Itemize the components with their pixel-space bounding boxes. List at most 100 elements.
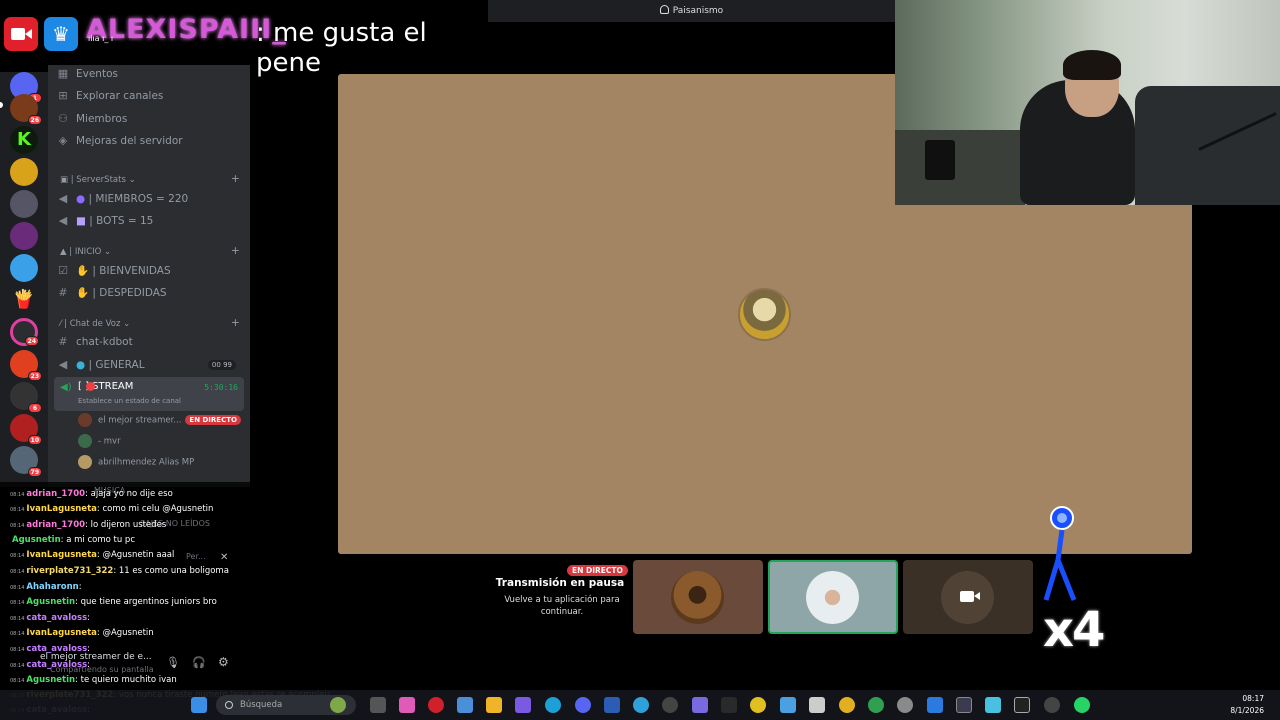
stick-figure-overlay	[1043, 506, 1077, 601]
category-label: | Chat de Voz	[64, 319, 121, 329]
mic-icon[interactable]: 🎙	[166, 656, 180, 669]
add-channel-icon[interactable]: +	[231, 172, 240, 185]
server-badge: 79	[27, 467, 42, 477]
server-icon[interactable]	[10, 222, 38, 250]
channel-item-general[interactable]: ◀ ● | GENERAL 00 99	[56, 358, 244, 376]
server-icon[interactable]: 26	[10, 94, 42, 125]
pen-icon[interactable]	[515, 697, 531, 713]
browse-icon: ⊞	[58, 89, 68, 102]
server-icon[interactable]: 6	[10, 382, 42, 413]
category-serverstats[interactable]: ▣ | ServerStats ⌄	[60, 175, 136, 185]
notepad-icon[interactable]	[780, 697, 796, 713]
channel-item-bots[interactable]: ◀ ■ | BOTS = 15	[56, 214, 244, 232]
chat-message: 08:14 Agusnetin: que tiene argentinos jun…	[10, 597, 217, 607]
obs-icon[interactable]	[662, 697, 678, 713]
word-icon[interactable]	[604, 697, 620, 713]
figure-leg-right	[1055, 559, 1077, 601]
participant-tile-cam-off[interactable]	[903, 560, 1033, 634]
terminal-icon[interactable]	[721, 697, 737, 713]
ghost-per: Per...	[186, 552, 206, 561]
figure-body	[1055, 529, 1065, 561]
channel-item-mejoras[interactable]: ◈ Mejoras del servidor	[56, 134, 244, 152]
chat-timestamp: 08:14	[10, 507, 25, 513]
avatar	[78, 455, 92, 469]
stream-status[interactable]: Establece un estado de canal	[78, 397, 181, 405]
kick-server-icon[interactable]: K	[10, 126, 38, 154]
opera-icon[interactable]	[428, 697, 444, 713]
widget-icon[interactable]	[330, 697, 346, 713]
speaker-icon: ◀	[58, 192, 68, 205]
server-icon[interactable]	[10, 190, 38, 218]
server-icon[interactable]: 24	[10, 318, 39, 346]
category-inicio[interactable]: ▲ | INICIO ⌄	[60, 247, 111, 257]
add-channel-icon[interactable]: +	[231, 316, 240, 329]
start-icon[interactable]	[191, 697, 207, 713]
outlook-icon[interactable]	[927, 697, 943, 713]
channel-item-chat-kdbot[interactable]: # chat-kdbot	[56, 335, 244, 353]
task-view-icon[interactable]	[370, 697, 386, 713]
red-dot-icon	[86, 382, 95, 391]
channel-item-despedidas[interactable]: # ✋ | DESPEDIDAS	[56, 286, 244, 304]
server-icon[interactable]: 23	[10, 350, 42, 381]
voice-user[interactable]: el mejor streamer... EN DIRECTO	[78, 413, 241, 429]
speaker-avatar	[738, 288, 791, 341]
app-icon[interactable]	[692, 697, 708, 713]
server-icon[interactable]	[10, 158, 38, 186]
app-icon[interactable]	[809, 697, 825, 713]
channel-label: | GENERAL	[88, 359, 145, 371]
chat-text: :	[87, 644, 91, 654]
search-placeholder: Búsqueda	[240, 700, 283, 710]
channel-item-stream[interactable]: ◀) [ ] STREAM 5:30:16 Establece un estad…	[54, 377, 244, 411]
folder-icon[interactable]	[486, 697, 502, 713]
app-icon[interactable]	[956, 697, 972, 713]
close-icon[interactable]: ✕	[220, 552, 228, 563]
gear-icon[interactable]: ⚙	[218, 655, 229, 669]
whatsapp-icon[interactable]	[1074, 697, 1090, 713]
server-icon[interactable]: 79	[10, 446, 42, 477]
server-rail: 1 26 K 🍟 24 23 6 10 79	[0, 72, 48, 487]
voice-user[interactable]: abrilhmendez Alias MP	[78, 455, 194, 471]
channel-item-bienvenidas[interactable]: ☑ ✋ | BIENVENIDAS	[56, 264, 244, 282]
voice-user[interactable]: - mvr	[78, 434, 121, 450]
copilot-icon[interactable]	[399, 697, 415, 713]
chat-username: Agusnetin	[12, 535, 61, 545]
photos-icon[interactable]	[985, 697, 1001, 713]
capcut-icon[interactable]	[1014, 697, 1030, 713]
discord-icon[interactable]	[575, 697, 591, 713]
participant-tile[interactable]	[633, 560, 763, 634]
chat-timestamp: 08:14	[10, 678, 25, 684]
edge-icon[interactable]	[545, 697, 561, 713]
chat-text: : como mi celu @Agusnetin	[96, 504, 214, 514]
channel-item-eventos[interactable]: ▦ Eventos	[56, 67, 244, 85]
chat-timestamp: 08:14	[10, 585, 25, 591]
chat-username: cata_avaloss	[26, 613, 88, 623]
add-channel-icon[interactable]: +	[231, 244, 240, 257]
channel-item-miembros[interactable]: ⚇ Miembros	[56, 112, 244, 130]
media-player-icon[interactable]	[1044, 697, 1060, 713]
chrome-icon[interactable]	[839, 697, 855, 713]
capcut-icon[interactable]	[633, 697, 649, 713]
dog-avatar	[671, 571, 724, 624]
chrome-icon[interactable]	[750, 697, 766, 713]
headphones-icon[interactable]: 🎧	[192, 656, 206, 669]
clock[interactable]: 08:17 8/1/2026	[1230, 693, 1264, 717]
chat-username: Agusnetin	[26, 597, 76, 607]
chat-username: cata_avaloss	[26, 644, 88, 654]
chat-username: IvanLagusneta	[26, 550, 97, 560]
headset-icon	[659, 5, 669, 14]
store-icon[interactable]	[457, 697, 473, 713]
channel-item-miembros-stat[interactable]: ◀ ● | MIEMBROS = 220	[56, 192, 244, 210]
paused-title: Transmisión en pausa	[495, 577, 625, 589]
channel-item-explorar[interactable]: ⊞ Explorar canales	[56, 89, 244, 107]
category-chat-de-voz[interactable]: ⁄ | Chat de Voz ⌄	[60, 319, 130, 329]
fries-server-icon[interactable]: 🍟	[10, 286, 38, 314]
settings-icon[interactable]	[897, 697, 913, 713]
chrome-icon[interactable]	[868, 697, 884, 713]
chat-username: IvanLagusneta	[26, 504, 97, 514]
voice-user-name: el mejor streamer...	[98, 415, 182, 426]
participant-tile-speaking[interactable]	[768, 560, 898, 634]
server-icon[interactable]	[10, 254, 38, 282]
webcam-hair	[1063, 50, 1121, 80]
chat-username: IvanLagusneta	[26, 628, 97, 638]
server-icon[interactable]: 10	[10, 414, 42, 445]
